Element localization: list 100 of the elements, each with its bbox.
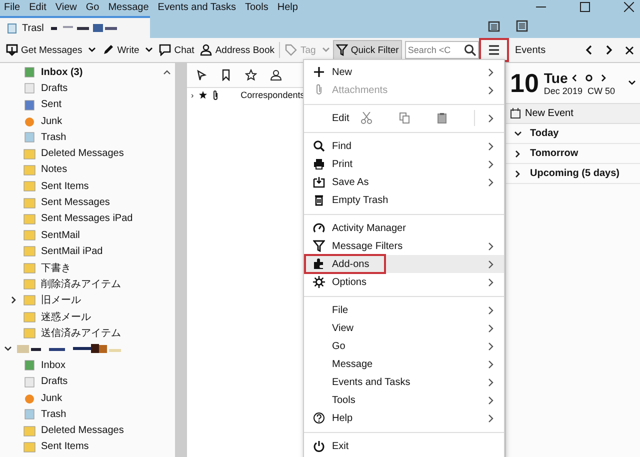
menu-item[interactable]: Edit	[332, 112, 354, 124]
new-event-button[interactable]: New Event	[506, 103, 640, 124]
menu-item[interactable]: View	[304, 319, 504, 337]
folder-label[interactable]: SentMail iPad	[41, 246, 103, 257]
menu-bar-item[interactable]: Events and Tasks	[158, 2, 236, 12]
folder-label[interactable]: Trash	[41, 408, 66, 420]
column-header[interactable]: Correspondents	[240, 90, 305, 100]
menu-item[interactable]: Message Filters	[304, 237, 504, 255]
menu-item[interactable]: Events and Tasks	[304, 373, 504, 391]
menu-bar-item[interactable]: View	[55, 2, 77, 12]
menu-item[interactable]: Exit	[304, 437, 504, 455]
folder-label[interactable]: Sent Messages	[41, 197, 110, 208]
menu-bar-item[interactable]: Message	[108, 2, 149, 12]
folder-label[interactable]: 迷惑メール	[41, 310, 91, 324]
folder-label[interactable]: Sent Items	[41, 180, 89, 192]
menu-item[interactable]: Find	[304, 137, 504, 155]
menu-icon	[488, 45, 500, 55]
folder-icon	[23, 262, 36, 274]
clipboard-icon[interactable]	[437, 112, 447, 124]
folder-label[interactable]: 送信済みアイテム	[41, 326, 121, 340]
chevron-icon	[514, 150, 522, 158]
close-icon[interactable]	[625, 46, 634, 54]
tag-icon	[285, 44, 298, 56]
menu-bar-item[interactable]: Edit	[29, 2, 46, 12]
menu-bar-item[interactable]: Go	[86, 2, 100, 12]
toolbar-button[interactable]: Quick Filter	[332, 40, 402, 60]
folder-label[interactable]: Junk	[41, 392, 62, 404]
folder-label[interactable]: 旧メール	[41, 293, 81, 308]
folder-label[interactable]: Junk	[41, 116, 62, 127]
chevron-icon[interactable]	[4, 345, 12, 354]
star-icon[interactable]	[245, 69, 257, 81]
chevron-icon	[514, 170, 522, 178]
folder-label[interactable]: Sent Items	[41, 441, 89, 452]
close-icon[interactable]	[624, 2, 634, 12]
menu-item[interactable]: Save As	[304, 173, 504, 191]
menu-bar-item[interactable]: Tools	[244, 2, 268, 12]
agenda-section[interactable]: Tomorrow	[506, 144, 640, 164]
menu-item[interactable]: Go	[304, 337, 504, 355]
task-list-icon[interactable]	[516, 20, 528, 32]
previous-icon[interactable]	[585, 45, 593, 55]
caret-icon[interactable]	[145, 47, 154, 53]
gauge-icon	[313, 222, 325, 234]
menu-item[interactable]: Empty Trash	[304, 191, 504, 209]
menu-item[interactable]: New	[304, 63, 504, 81]
caret-icon[interactable]	[88, 47, 96, 53]
agenda-section[interactable]: Upcoming (5 days)	[506, 164, 640, 184]
menu-bar-item[interactable]: Help	[277, 2, 298, 12]
day-navigation-drawing[interactable]	[572, 74, 606, 82]
person-icon[interactable]	[270, 69, 282, 81]
puzzle-icon	[313, 258, 325, 270]
caret-icon[interactable]	[628, 80, 636, 86]
search-field[interactable]: Search <C	[404, 41, 479, 59]
cursor-icon[interactable]	[195, 69, 207, 81]
maximize-icon[interactable]	[580, 2, 590, 12]
toolbar-button[interactable]: Get Messages	[3, 40, 100, 60]
folder-label[interactable]: 削除済みアイテム	[41, 277, 121, 291]
folder-label[interactable]: Deleted Messages	[41, 148, 124, 160]
menu-item[interactable]: Print	[304, 155, 504, 173]
chevron-icon[interactable]	[488, 114, 494, 122]
folder-label[interactable]: Trash	[41, 132, 66, 143]
toolbar-button[interactable]: Write	[99, 40, 156, 60]
folder-label[interactable]: Inbox	[41, 360, 66, 371]
bookmark-icon[interactable]	[220, 69, 232, 81]
copy-icon[interactable]	[399, 112, 410, 124]
toolbar-button[interactable]: Chat	[156, 40, 198, 60]
next-icon[interactable]	[605, 45, 613, 55]
agenda-section[interactable]: Today	[506, 124, 640, 144]
folder-label[interactable]: Sent Messages iPad	[41, 213, 133, 224]
menu-item[interactable]: Activity Manager	[304, 219, 504, 237]
folder-label[interactable]: 下書き	[41, 260, 71, 275]
menu-bar-item[interactable]: File	[4, 2, 20, 12]
chevron-icon[interactable]	[10, 296, 18, 304]
filter-icon	[336, 44, 348, 56]
folder-tab[interactable]: Trasl	[0, 16, 150, 38]
folder-icon	[23, 148, 36, 160]
menu-item[interactable]: Help	[304, 409, 504, 427]
person-icon	[200, 44, 212, 56]
menu-item[interactable]: File	[304, 301, 504, 319]
printer-icon	[313, 158, 325, 170]
scrollbar[interactable]	[175, 63, 187, 457]
menu-item[interactable]: Add-ons	[304, 255, 504, 273]
folder-label[interactable]: Drafts	[41, 376, 68, 388]
folder-label[interactable]: Sent	[41, 99, 62, 110]
download-icon	[6, 44, 18, 56]
folder-label[interactable]: SentMail	[41, 230, 80, 241]
menu-item[interactable]: Options	[304, 273, 504, 291]
folder-label[interactable]: Notes	[41, 164, 68, 176]
folder-label[interactable]: Inbox (3)	[41, 66, 83, 78]
thread-marker[interactable]: ›	[191, 90, 194, 100]
search-icon	[313, 140, 325, 152]
menu-item[interactable]: Message	[304, 355, 504, 373]
redacted-drawing	[48, 24, 119, 32]
folder-label[interactable]: Drafts	[41, 82, 68, 94]
menu-item[interactable]: Tools	[304, 391, 504, 409]
calendar-icon[interactable]	[488, 20, 500, 32]
toolbar-button[interactable]: Address Book	[197, 40, 278, 60]
folder-label[interactable]: Deleted Messages	[41, 425, 124, 436]
scroll-up-icon[interactable]	[163, 69, 171, 75]
scissors-icon[interactable]	[361, 112, 372, 124]
settings-icon	[313, 276, 325, 288]
